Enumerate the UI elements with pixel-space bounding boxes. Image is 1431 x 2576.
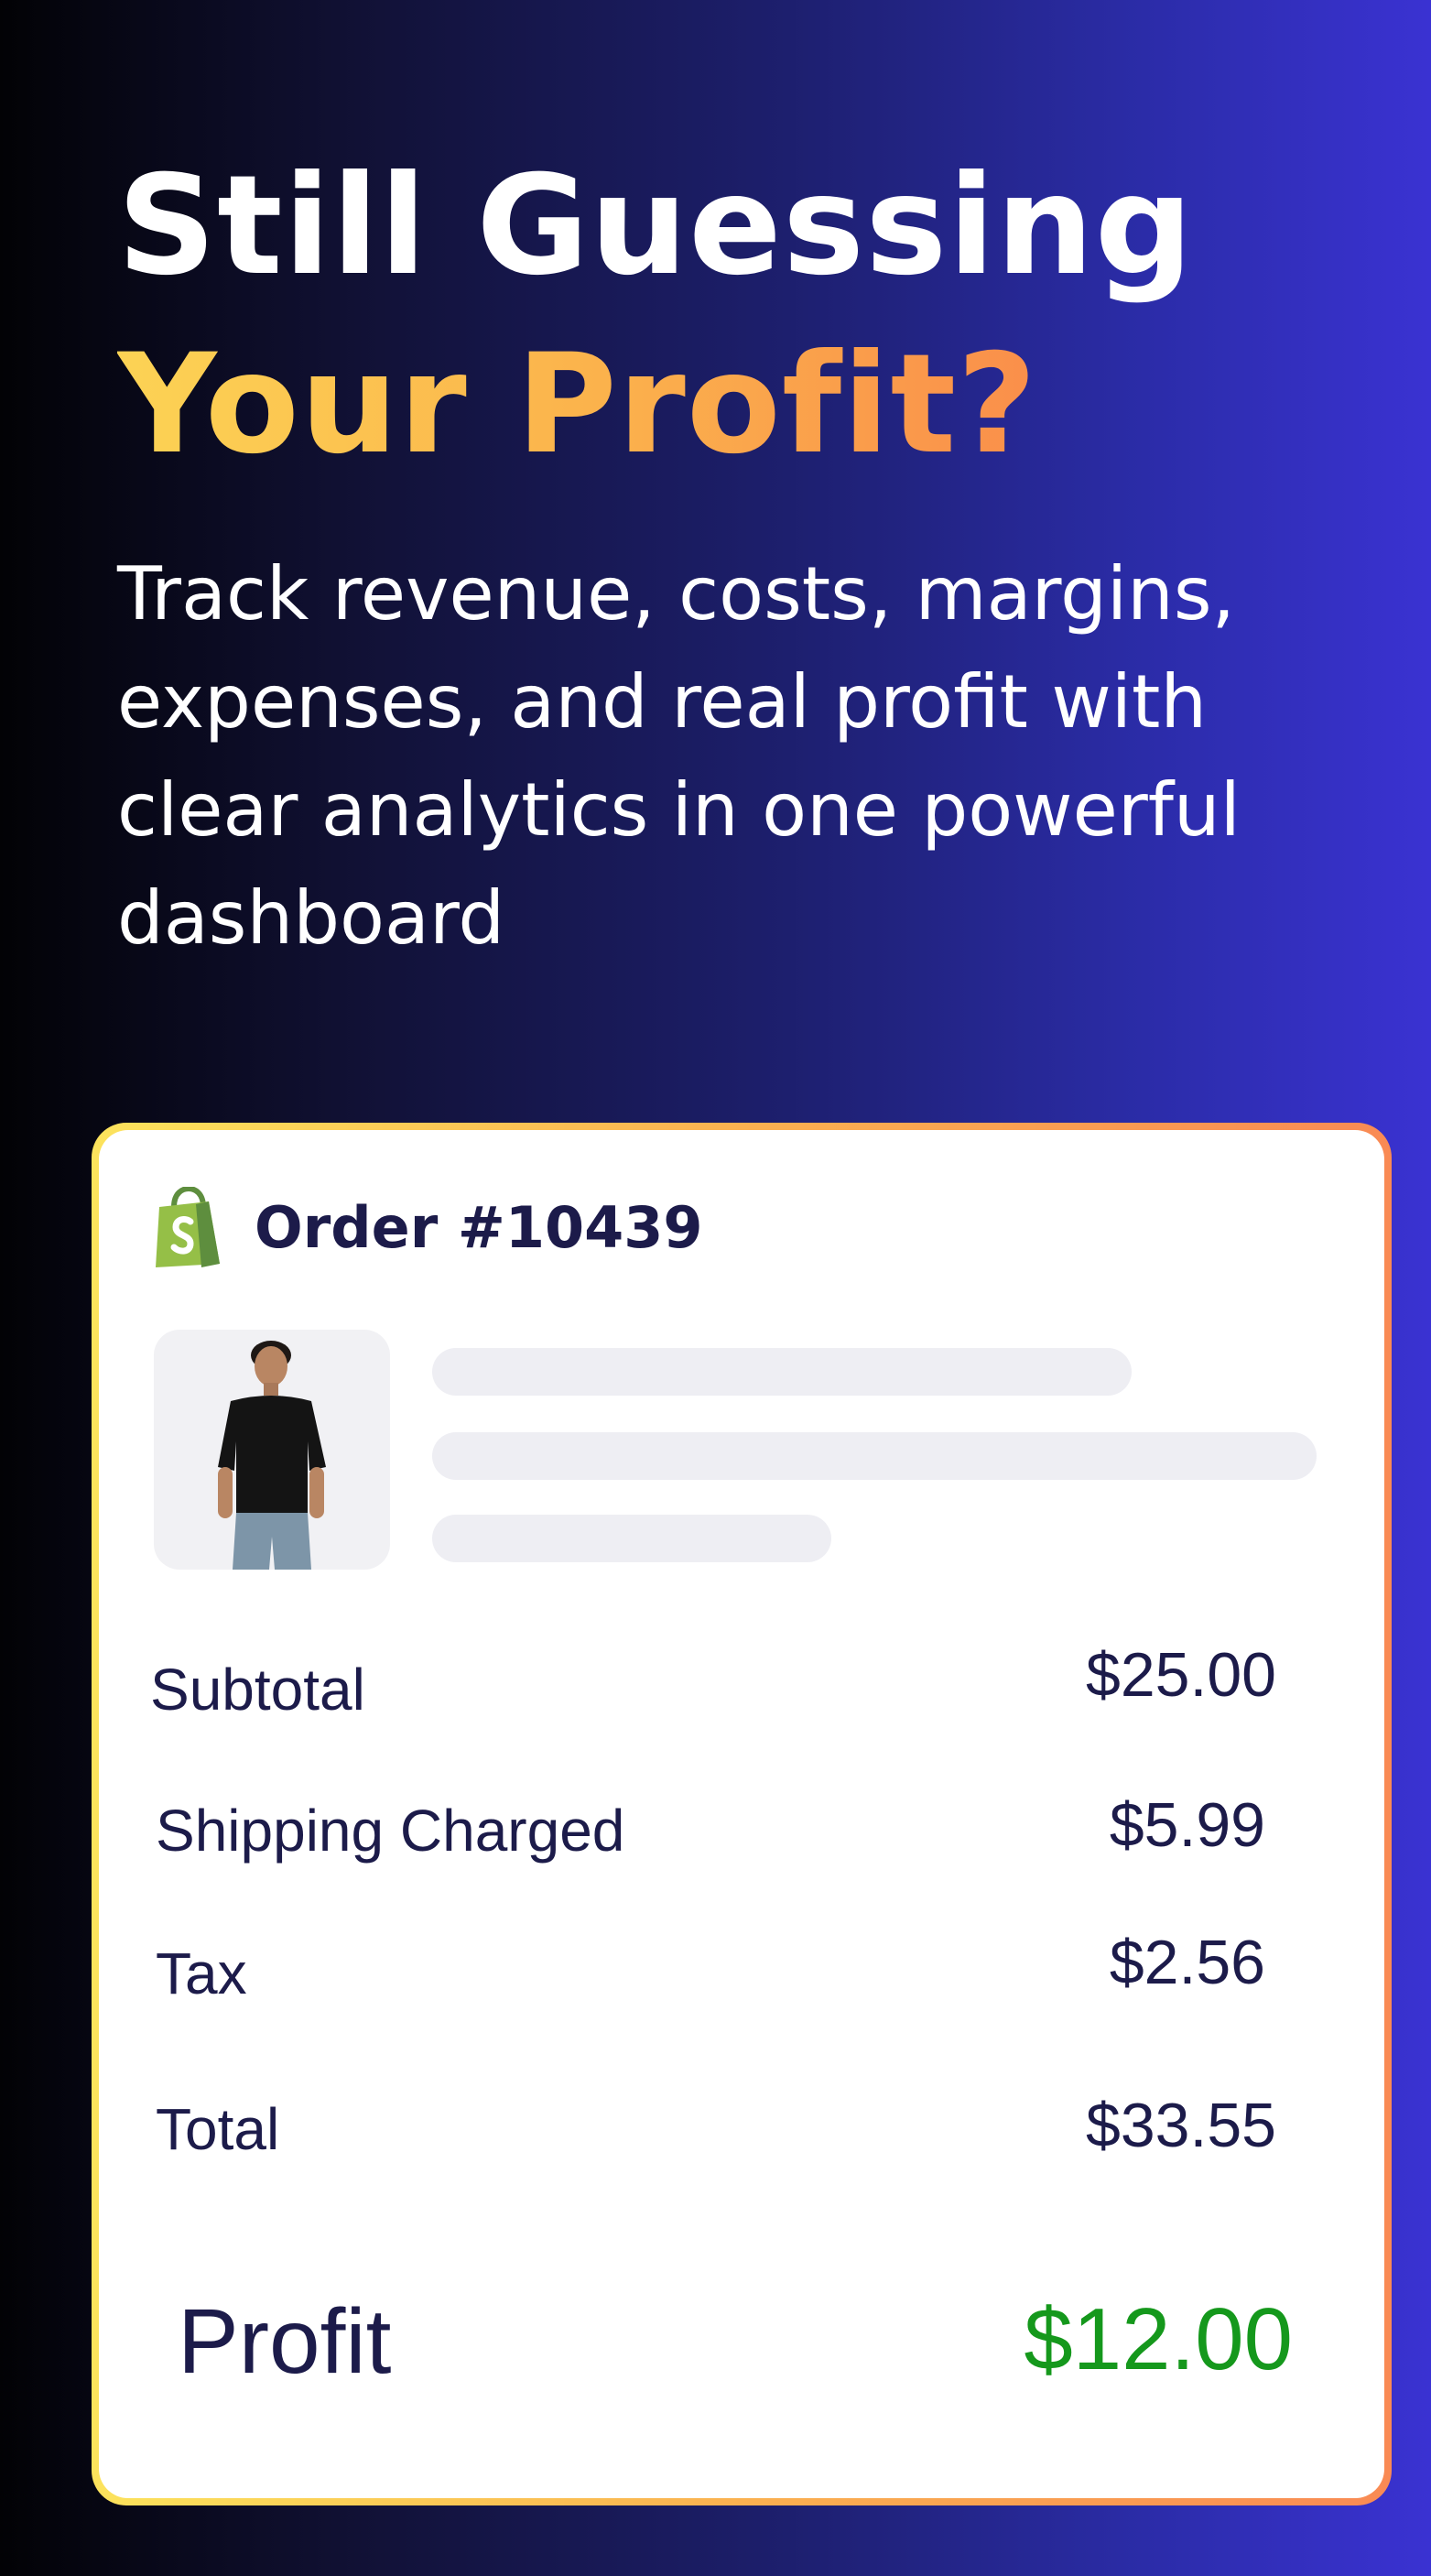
summary-row-tax: Tax $2.56 <box>99 1928 1384 2013</box>
row-value: $5.99 <box>1109 1790 1265 1860</box>
row-label: Subtotal <box>150 1657 365 1723</box>
headline-line-2: Your Profit? <box>117 316 1194 495</box>
row-label: Tax <box>156 1940 247 2006</box>
headline-line-1: Still Guessing <box>117 147 1194 306</box>
row-label: Shipping Charged <box>156 1798 625 1864</box>
order-card: Order #10439 Subtotal $25.00 Shipping Ch… <box>99 1130 1384 2498</box>
summary-row-shipping: Shipping Charged $5.99 <box>99 1790 1384 1870</box>
row-value: $33.55 <box>1086 2091 1276 2160</box>
order-card-frame: Order #10439 Subtotal $25.00 Shipping Ch… <box>92 1123 1392 2505</box>
skeleton-line <box>432 1515 831 1562</box>
product-image <box>154 1330 390 1570</box>
subtitle: Track revenue, costs, margins, expenses,… <box>117 551 1241 961</box>
profit-label: Profit <box>178 2290 392 2393</box>
profit-value: $12.00 <box>1024 2290 1293 2388</box>
headline: Still Guessing Your Profit? <box>117 137 1194 495</box>
summary-row-subtotal: Subtotal $25.00 <box>99 1640 1384 1729</box>
skeleton-line <box>432 1432 1317 1480</box>
order-title: Order #10439 <box>255 1193 703 1261</box>
order-header: Order #10439 <box>154 1187 703 1267</box>
shopify-bag-icon <box>154 1187 223 1267</box>
row-value: $25.00 <box>1086 1640 1276 1710</box>
row-label: Total <box>156 2096 280 2162</box>
summary-row-total: Total $33.55 <box>99 2091 1384 2168</box>
row-value: $2.56 <box>1109 1928 1265 1997</box>
skeleton-line <box>432 1348 1132 1396</box>
